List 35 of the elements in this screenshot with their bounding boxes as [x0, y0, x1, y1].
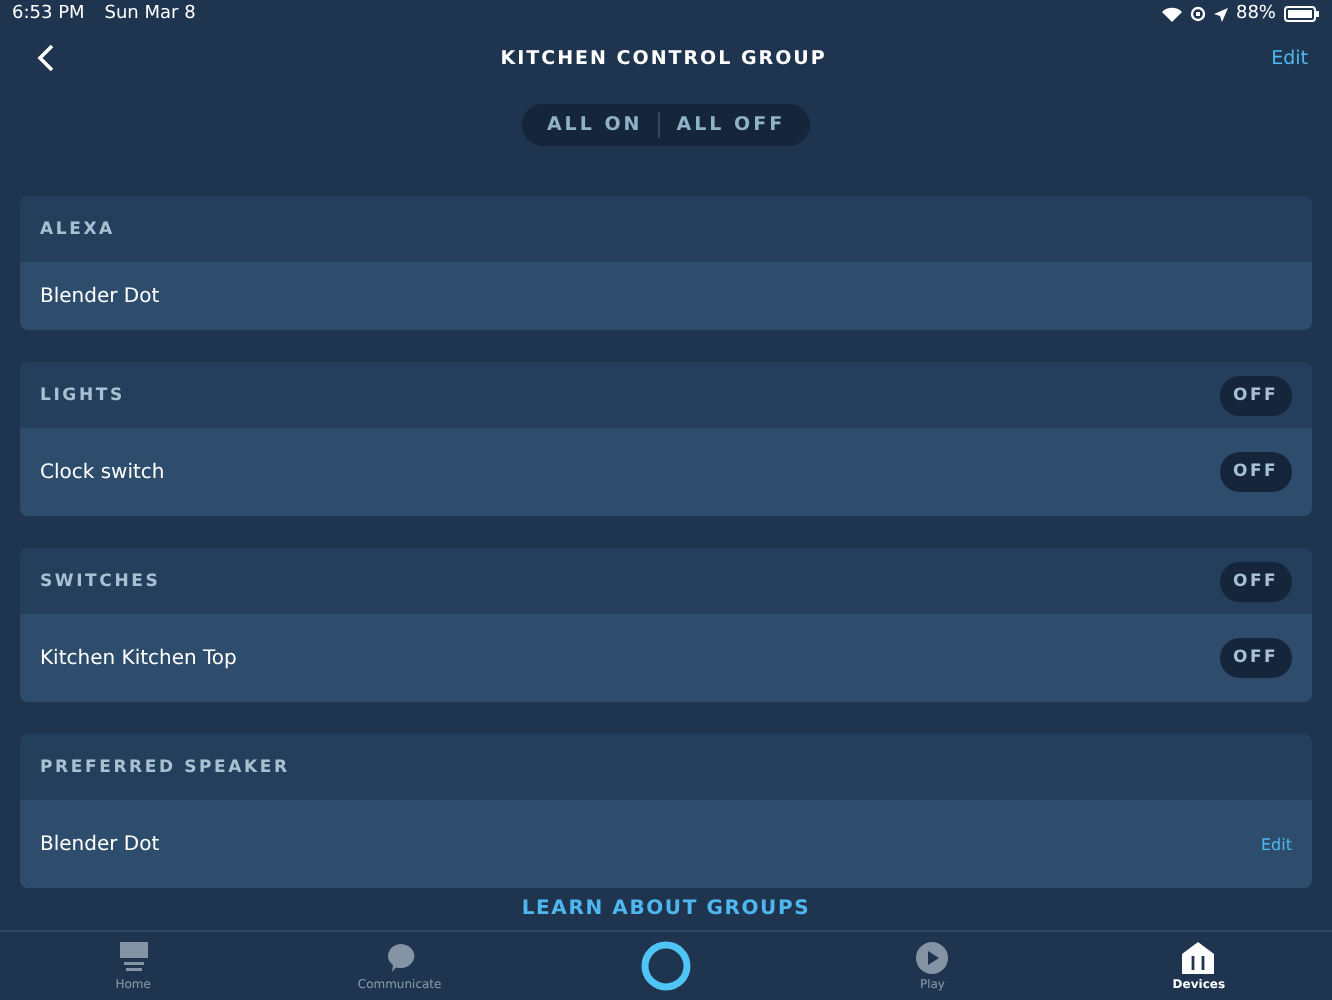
wifi-icon: [1161, 6, 1182, 22]
toggle-button[interactable]: OFF: [1219, 561, 1292, 601]
device-name: Blender Dot: [40, 285, 160, 307]
battery-icon: [1284, 6, 1320, 22]
group-power-button[interactable]: ALL OFF: [660, 114, 802, 136]
lock-rotation-icon: [1189, 6, 1206, 22]
status-date: Sun Mar 8: [104, 4, 196, 24]
device-name: Kitchen Kitchen Top: [40, 647, 237, 669]
section-title: ALEXA: [40, 219, 115, 239]
section-title: LIGHTS: [40, 385, 125, 405]
edit-link[interactable]: Edit: [1261, 835, 1292, 853]
home-icon: [117, 941, 150, 973]
status-time: 6:53 PM: [12, 4, 85, 24]
alexa-ring-icon: [640, 940, 692, 992]
device-row[interactable]: Kitchen Kitchen Top OFF: [20, 614, 1312, 702]
toggle-button[interactable]: OFF: [1219, 452, 1292, 492]
play-icon: [916, 941, 949, 973]
device-row[interactable]: Blender Dot Edit: [20, 800, 1312, 888]
toggle-button[interactable]: OFF: [1219, 638, 1292, 678]
page-title: KITCHEN CONTROL GROUP: [500, 47, 827, 69]
battery-percent: 88%: [1235, 4, 1276, 24]
location-icon: [1213, 7, 1228, 21]
learn-link[interactable]: LEARN ABOUT GROUPS: [521, 898, 811, 922]
speech-bubble-icon: [383, 941, 416, 973]
device-row[interactable]: Blender Dot: [20, 262, 1312, 330]
edit-link[interactable]: Edit: [1271, 47, 1308, 69]
section-title: SWITCHES: [40, 571, 161, 591]
section-title: PREFERRED SPEAKER: [40, 757, 290, 777]
device-name: Clock switch: [40, 461, 165, 483]
device-row[interactable]: Clock switch OFF: [20, 428, 1312, 516]
toggle-button[interactable]: OFF: [1219, 375, 1292, 415]
device-name: Blender Dot: [40, 833, 160, 855]
back-icon[interactable]: [36, 44, 56, 72]
devices-icon: [1182, 941, 1215, 973]
group-power-button[interactable]: ALL ON: [530, 114, 659, 136]
